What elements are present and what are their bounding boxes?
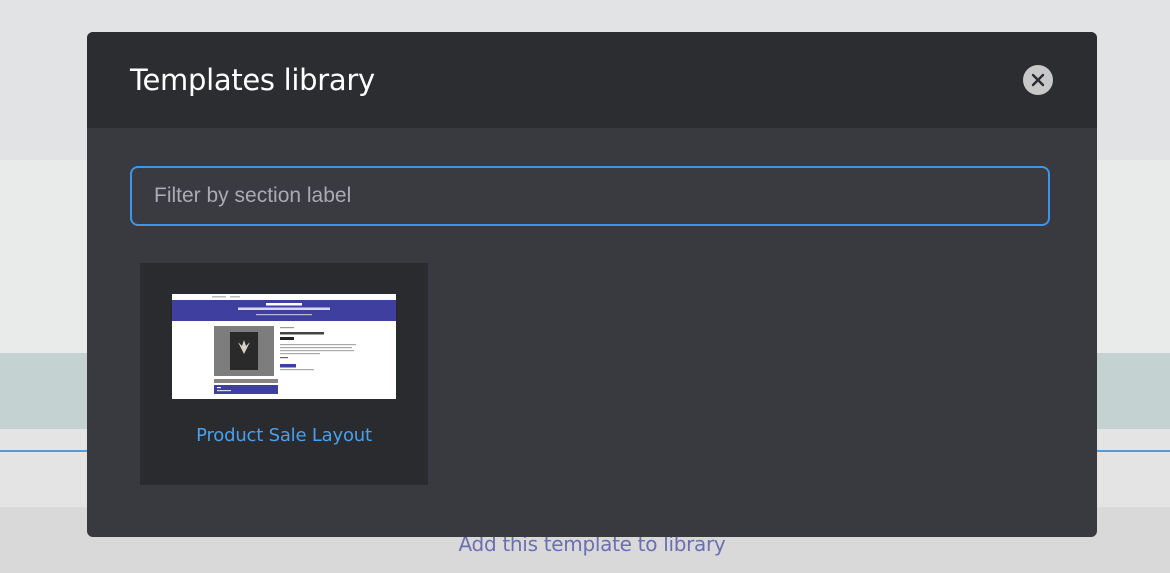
template-card-product-sale-layout[interactable]: Product Sale Layout [140, 263, 428, 485]
modal-header: Templates library [87, 32, 1097, 128]
filter-input[interactable] [130, 166, 1050, 226]
template-preview-image [172, 294, 396, 399]
modal-title: Templates library [130, 63, 375, 97]
templates-library-modal: Templates library Filter by section labe… [87, 32, 1097, 537]
template-label: Product Sale Layout [196, 425, 372, 446]
close-button[interactable] [1023, 65, 1053, 95]
close-icon [1031, 73, 1045, 87]
template-preview-image [172, 294, 396, 399]
